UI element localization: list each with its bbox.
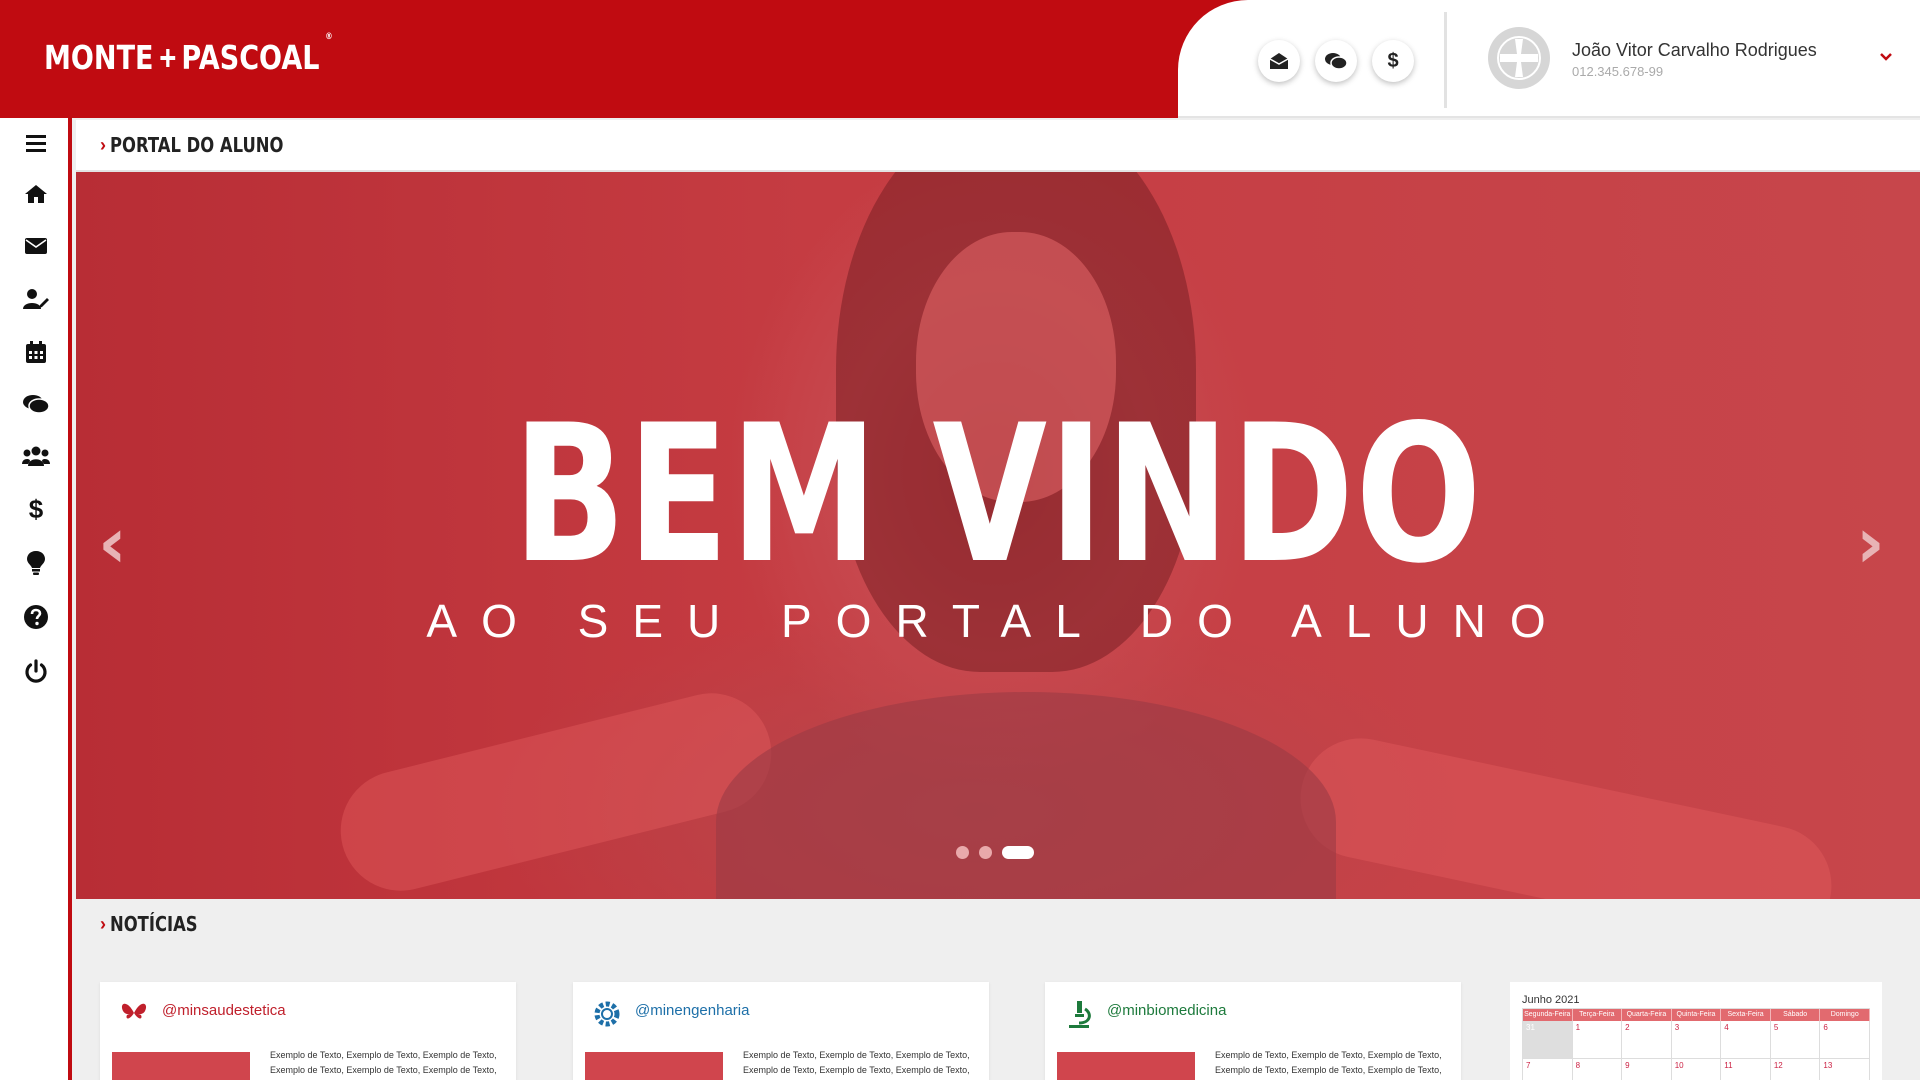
hero-subtitle: AO SEU PORTAL DO ALUNO xyxy=(426,595,1570,647)
calendar-day[interactable]: 5 xyxy=(1770,1021,1821,1059)
news-card-thumbnail xyxy=(112,1052,250,1080)
hero-title: BEM VINDO xyxy=(512,384,1484,605)
finance-button[interactable]: $ xyxy=(1372,40,1414,82)
dollar-icon: $ xyxy=(1387,49,1399,72)
calendar-day-header: Quinta-Feira xyxy=(1671,1009,1722,1021)
calendar-day[interactable]: 8 xyxy=(1573,1059,1623,1080)
user-panel: $ João Vitor Carvalho Rodrigues 012.345.… xyxy=(1178,0,1920,118)
monte-pascoal-logo[interactable]: MONTE PASCOAL ® xyxy=(44,32,333,77)
calendar-month-title: Junho 2021 xyxy=(1522,994,1580,1006)
avatar[interactable] xyxy=(1488,27,1550,89)
messages-button[interactable] xyxy=(1258,40,1300,82)
sidebar-menu-toggle[interactable] xyxy=(18,125,54,161)
chat-icon xyxy=(1325,53,1347,70)
carousel-indicators xyxy=(956,846,1034,859)
cross-emblem-icon xyxy=(1497,36,1541,80)
news-card-handle[interactable]: @minbiomedicina xyxy=(1107,1002,1226,1019)
users-icon xyxy=(22,446,50,466)
user-edit-icon xyxy=(23,289,49,309)
calendar-day[interactable]: 3 xyxy=(1671,1021,1722,1059)
sidebar-item-finance[interactable]: $ xyxy=(18,491,54,527)
butterfly-logo-icon xyxy=(114,994,154,1034)
menu-icon xyxy=(26,135,46,152)
carousel-dot[interactable] xyxy=(979,846,992,859)
news-card-thumbnail xyxy=(585,1052,723,1080)
calendar-day-header: Domingo xyxy=(1820,1009,1870,1021)
calendar-day[interactable]: 4 xyxy=(1721,1021,1771,1059)
chevron-right-icon: › xyxy=(100,134,106,155)
chat-icon xyxy=(23,395,49,414)
news-heading: NOTÍCIAS xyxy=(110,912,198,936)
envelope-icon xyxy=(25,238,47,254)
calendar-day[interactable]: 10 xyxy=(1672,1059,1722,1080)
hero-image-arm-right xyxy=(1289,727,1843,899)
calendar-day[interactable]: 6 xyxy=(1820,1021,1870,1059)
sidebar-item-logout[interactable] xyxy=(18,653,54,689)
news-card-thumbnail xyxy=(1057,1052,1195,1080)
chevron-down-icon[interactable] xyxy=(1880,48,1892,64)
news-section-title: › NOTÍCIAS xyxy=(100,912,217,936)
news-card-text: Exemplo de Texto, Exemplo de Texto, Exem… xyxy=(743,1050,970,1075)
gear-logo-icon xyxy=(587,994,627,1034)
lightbulb-icon xyxy=(27,551,45,575)
sidebar-item-groups[interactable] xyxy=(18,438,54,474)
news-card[interactable]: @minbiomedicina Exemplo de Texto, Exempl… xyxy=(1045,982,1461,1080)
logo-text-left: MONTE xyxy=(44,38,154,77)
help-icon xyxy=(24,605,48,629)
user-id: 012.345.678-99 xyxy=(1572,64,1664,79)
sidebar-item-chat[interactable] xyxy=(18,386,54,422)
calendar-day[interactable]: 11 xyxy=(1721,1059,1771,1080)
page-title: PORTAL DO ALUNO xyxy=(110,133,284,157)
carousel-dot-active[interactable] xyxy=(1002,846,1034,859)
calendar-day-header: Sábado xyxy=(1770,1009,1821,1021)
hero-carousel[interactable]: BEM VINDO AO SEU PORTAL DO ALUNO ‹ › xyxy=(76,172,1920,899)
chevron-right-icon: › xyxy=(100,913,106,934)
envelope-open-icon xyxy=(1269,53,1289,69)
microscope-logo-icon xyxy=(1059,994,1099,1034)
sidebar-item-home[interactable] xyxy=(18,176,54,212)
sidebar-item-profile[interactable] xyxy=(18,281,54,317)
hero-image-body xyxy=(716,692,1336,899)
home-icon xyxy=(25,185,47,203)
sidebar-item-calendar[interactable] xyxy=(18,334,54,370)
calendar-day-header: Segunda-Feira xyxy=(1523,1009,1573,1021)
calendar-day[interactable]: 2 xyxy=(1622,1021,1672,1059)
header-divider xyxy=(1444,12,1447,108)
news-card-text: Exemplo de Texto, Exemplo de Texto, Exem… xyxy=(1215,1050,1442,1075)
calendar-day[interactable]: 12 xyxy=(1771,1059,1821,1080)
calendar-icon xyxy=(26,341,46,363)
breadcrumb: › PORTAL DO ALUNO xyxy=(76,120,1920,172)
logo-cross-icon xyxy=(160,48,175,67)
calendar-day[interactable]: 31 xyxy=(1523,1021,1573,1059)
calendar-widget: Junho 2021 Segunda-Feira Terça-Feira Qua… xyxy=(1510,982,1882,1080)
calendar-grid: Segunda-Feira Terça-Feira Quarta-Feira Q… xyxy=(1522,1008,1870,1080)
carousel-dot[interactable] xyxy=(956,846,969,859)
news-card[interactable]: @minengenharia Exemplo de Texto, Exemplo… xyxy=(573,982,989,1080)
logo-text-right: PASCOAL xyxy=(181,38,320,77)
calendar-day[interactable]: 13 xyxy=(1820,1059,1870,1080)
dollar-icon: $ xyxy=(28,493,44,524)
registered-mark: ® xyxy=(325,32,333,42)
news-card-handle[interactable]: @minsaudestetica xyxy=(162,1002,286,1019)
carousel-next-button[interactable]: › xyxy=(1856,502,1885,584)
user-name: João Vitor Carvalho Rodrigues xyxy=(1572,40,1817,60)
sidebar: $ xyxy=(0,118,72,1080)
news-card-text: Exemplo de Texto, Exemplo de Texto, Exem… xyxy=(270,1050,497,1075)
chat-button[interactable] xyxy=(1315,40,1357,82)
calendar-day-header: Sexta-Feira xyxy=(1721,1009,1771,1021)
power-icon xyxy=(25,659,47,683)
calendar-day[interactable]: 9 xyxy=(1622,1059,1672,1080)
calendar-day[interactable]: 7 xyxy=(1523,1059,1573,1080)
sidebar-item-messages[interactable] xyxy=(18,228,54,264)
news-card-handle[interactable]: @minengenharia xyxy=(635,1002,749,1019)
calendar-day-header: Terça-Feira xyxy=(1572,1009,1623,1021)
calendar-day-header: Quarta-Feira xyxy=(1622,1009,1672,1021)
news-card[interactable]: @minsaudestetica Exemplo de Texto, Exemp… xyxy=(100,982,516,1080)
calendar-day[interactable]: 1 xyxy=(1572,1021,1623,1059)
sidebar-item-ideas[interactable] xyxy=(18,545,54,581)
carousel-prev-button[interactable]: ‹ xyxy=(98,502,127,584)
sidebar-item-help[interactable] xyxy=(18,599,54,635)
